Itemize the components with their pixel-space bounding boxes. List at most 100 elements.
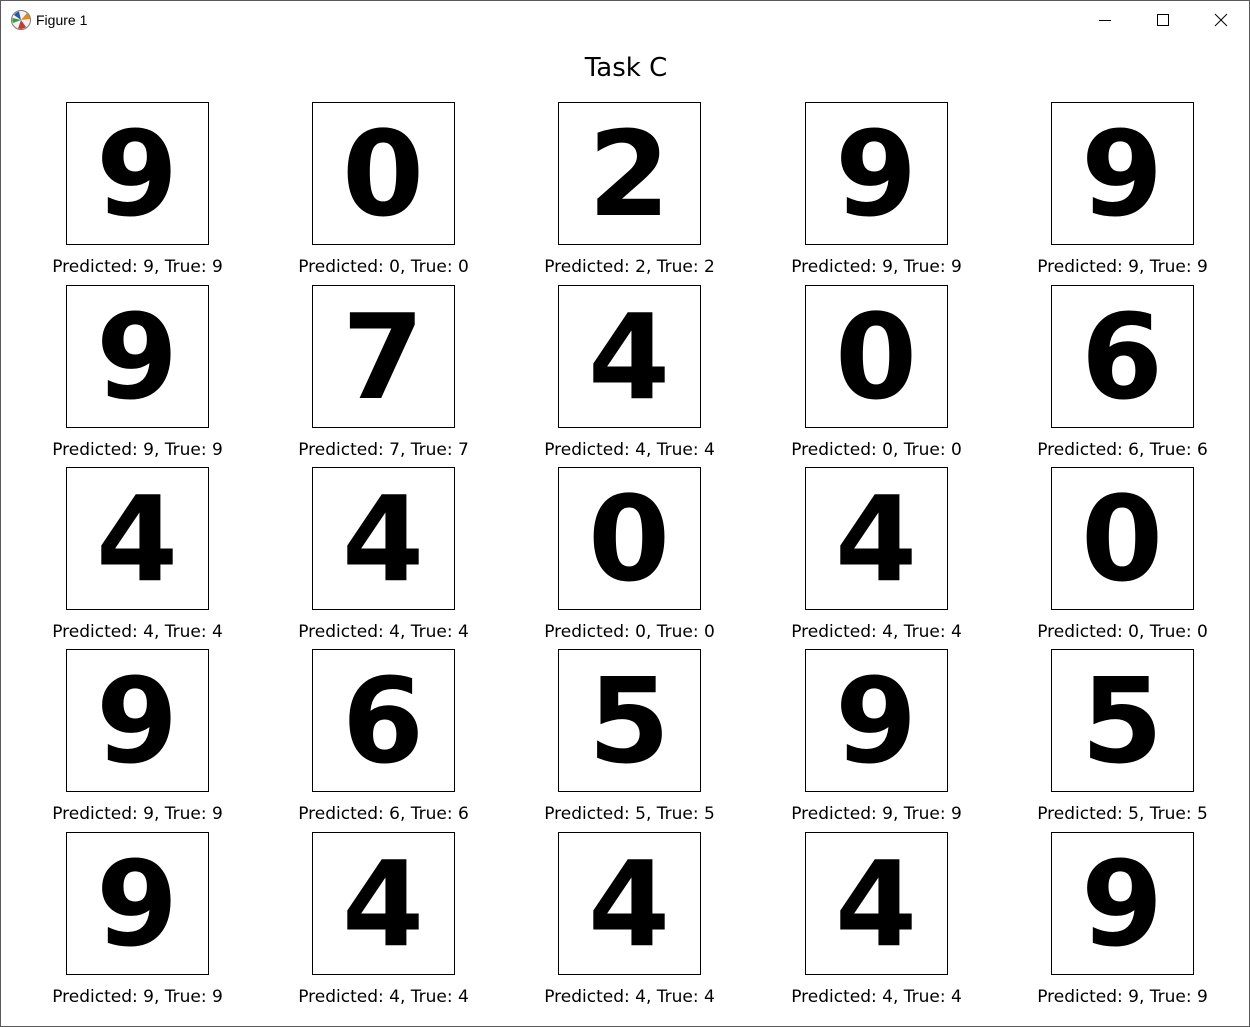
- digit-panel: 9 Predicted: 9, True: 9: [740, 649, 986, 831]
- maximize-button[interactable]: [1134, 1, 1192, 39]
- digit-image: 4: [312, 832, 455, 975]
- digit-image: 4: [558, 832, 701, 975]
- prediction-caption: Predicted: 0, True: 0: [544, 622, 715, 642]
- prediction-caption: Predicted: 9, True: 9: [791, 804, 962, 824]
- digit-panel: 9 Predicted: 9, True: 9: [986, 102, 1232, 284]
- digit-glyph: 5: [1081, 652, 1163, 790]
- maximize-icon: [1157, 14, 1169, 26]
- digit-glyph: 9: [835, 652, 917, 790]
- digit-glyph: 5: [588, 652, 670, 790]
- digit-image: 6: [1051, 285, 1194, 428]
- digit-glyph: 9: [835, 105, 917, 243]
- close-icon: [1214, 13, 1228, 27]
- prediction-caption: Predicted: 2, True: 2: [544, 257, 715, 277]
- digit-image: 0: [558, 467, 701, 610]
- digit-panel: 9 Predicted: 9, True: 9: [1, 285, 247, 467]
- digit-glyph: 9: [96, 835, 178, 973]
- matplotlib-icon: [10, 9, 32, 31]
- digit-panel: 5 Predicted: 5, True: 5: [986, 649, 1232, 831]
- close-button[interactable]: [1192, 1, 1250, 39]
- digit-panel: 9 Predicted: 9, True: 9: [1, 832, 247, 1014]
- digit-panel: 4 Predicted: 4, True: 4: [740, 832, 986, 1014]
- digit-image: 6: [312, 649, 455, 792]
- digit-image: 9: [66, 832, 209, 975]
- prediction-caption: Predicted: 5, True: 5: [1037, 804, 1208, 824]
- digit-panel: 4 Predicted: 4, True: 4: [740, 467, 986, 649]
- prediction-caption: Predicted: 4, True: 4: [52, 622, 223, 642]
- prediction-caption: Predicted: 4, True: 4: [544, 440, 715, 460]
- figure-title: Task C: [584, 53, 668, 83]
- minimize-button[interactable]: [1076, 1, 1134, 39]
- digit-glyph: 9: [96, 105, 178, 243]
- digit-image: 9: [66, 649, 209, 792]
- digit-panel: 0 Predicted: 0, True: 0: [247, 102, 493, 284]
- digit-image: 0: [312, 102, 455, 245]
- digit-glyph: 9: [1081, 105, 1163, 243]
- digit-glyph: 9: [96, 288, 178, 426]
- digit-image: 5: [558, 649, 701, 792]
- digit-image: 4: [558, 285, 701, 428]
- digit-glyph: 0: [1081, 470, 1163, 608]
- prediction-caption: Predicted: 4, True: 4: [298, 987, 469, 1007]
- digit-image: 4: [805, 467, 948, 610]
- digit-panel: 4 Predicted: 4, True: 4: [247, 467, 493, 649]
- prediction-caption: Predicted: 4, True: 4: [544, 987, 715, 1007]
- prediction-caption: Predicted: 6, True: 6: [298, 804, 469, 824]
- digit-glyph: 9: [96, 652, 178, 790]
- digit-image: 9: [66, 285, 209, 428]
- digit-glyph: 0: [588, 470, 670, 608]
- digit-panel: 9 Predicted: 9, True: 9: [740, 102, 986, 284]
- digit-image: 9: [805, 102, 948, 245]
- digit-glyph: 9: [1081, 835, 1163, 973]
- digit-glyph: 4: [342, 835, 424, 973]
- digit-glyph: 4: [588, 288, 670, 426]
- prediction-caption: Predicted: 9, True: 9: [52, 257, 223, 277]
- digit-panel: 9 Predicted: 9, True: 9: [1, 102, 247, 284]
- digit-panel: 9 Predicted: 9, True: 9: [1, 649, 247, 831]
- figure-window: Figure 1 Task C 9 Predicted: 9, True: 9 0 P…: [0, 0, 1250, 1027]
- prediction-caption: Predicted: 9, True: 9: [52, 987, 223, 1007]
- digit-image: 9: [66, 102, 209, 245]
- digit-glyph: 4: [588, 835, 670, 973]
- digit-glyph: 2: [588, 105, 670, 243]
- digit-panel: 4 Predicted: 4, True: 4: [247, 832, 493, 1014]
- digit-image: 0: [1051, 467, 1194, 610]
- digit-glyph: 6: [1081, 288, 1163, 426]
- prediction-caption: Predicted: 0, True: 0: [791, 440, 962, 460]
- digit-glyph: 4: [342, 470, 424, 608]
- digit-image: 9: [1051, 832, 1194, 975]
- digit-image: 0: [805, 285, 948, 428]
- digit-panel: 4 Predicted: 4, True: 4: [493, 285, 739, 467]
- digit-glyph: 4: [96, 470, 178, 608]
- digit-image: 4: [312, 467, 455, 610]
- digit-image: 2: [558, 102, 701, 245]
- digit-image: 9: [1051, 102, 1194, 245]
- digit-glyph: 0: [342, 105, 424, 243]
- digit-panel: 9 Predicted: 9, True: 9: [986, 832, 1232, 1014]
- digit-panel: 6 Predicted: 6, True: 6: [986, 285, 1232, 467]
- digit-image: 7: [312, 285, 455, 428]
- prediction-caption: Predicted: 0, True: 0: [298, 257, 469, 277]
- digit-panel: 2 Predicted: 2, True: 2: [493, 102, 739, 284]
- prediction-caption: Predicted: 9, True: 9: [52, 440, 223, 460]
- prediction-caption: Predicted: 7, True: 7: [298, 440, 469, 460]
- digit-glyph: 4: [835, 835, 917, 973]
- digit-panel: 5 Predicted: 5, True: 5: [493, 649, 739, 831]
- digit-panel: 0 Predicted: 0, True: 0: [740, 285, 986, 467]
- digit-image: 4: [66, 467, 209, 610]
- window-title: Figure 1: [36, 12, 88, 28]
- digit-glyph: 7: [342, 288, 424, 426]
- digit-image: 5: [1051, 649, 1194, 792]
- prediction-caption: Predicted: 5, True: 5: [544, 804, 715, 824]
- prediction-caption: Predicted: 0, True: 0: [1037, 622, 1208, 642]
- title-bar[interactable]: Figure 1: [1, 1, 1249, 39]
- minimize-icon: [1099, 20, 1111, 21]
- digit-glyph: 4: [835, 470, 917, 608]
- digit-panel: 0 Predicted: 0, True: 0: [493, 467, 739, 649]
- digit-image: 9: [805, 649, 948, 792]
- digit-glyph: 0: [835, 288, 917, 426]
- prediction-caption: Predicted: 9, True: 9: [791, 257, 962, 277]
- prediction-caption: Predicted: 4, True: 4: [791, 987, 962, 1007]
- digit-panel: 6 Predicted: 6, True: 6: [247, 649, 493, 831]
- digit-panel: 7 Predicted: 7, True: 7: [247, 285, 493, 467]
